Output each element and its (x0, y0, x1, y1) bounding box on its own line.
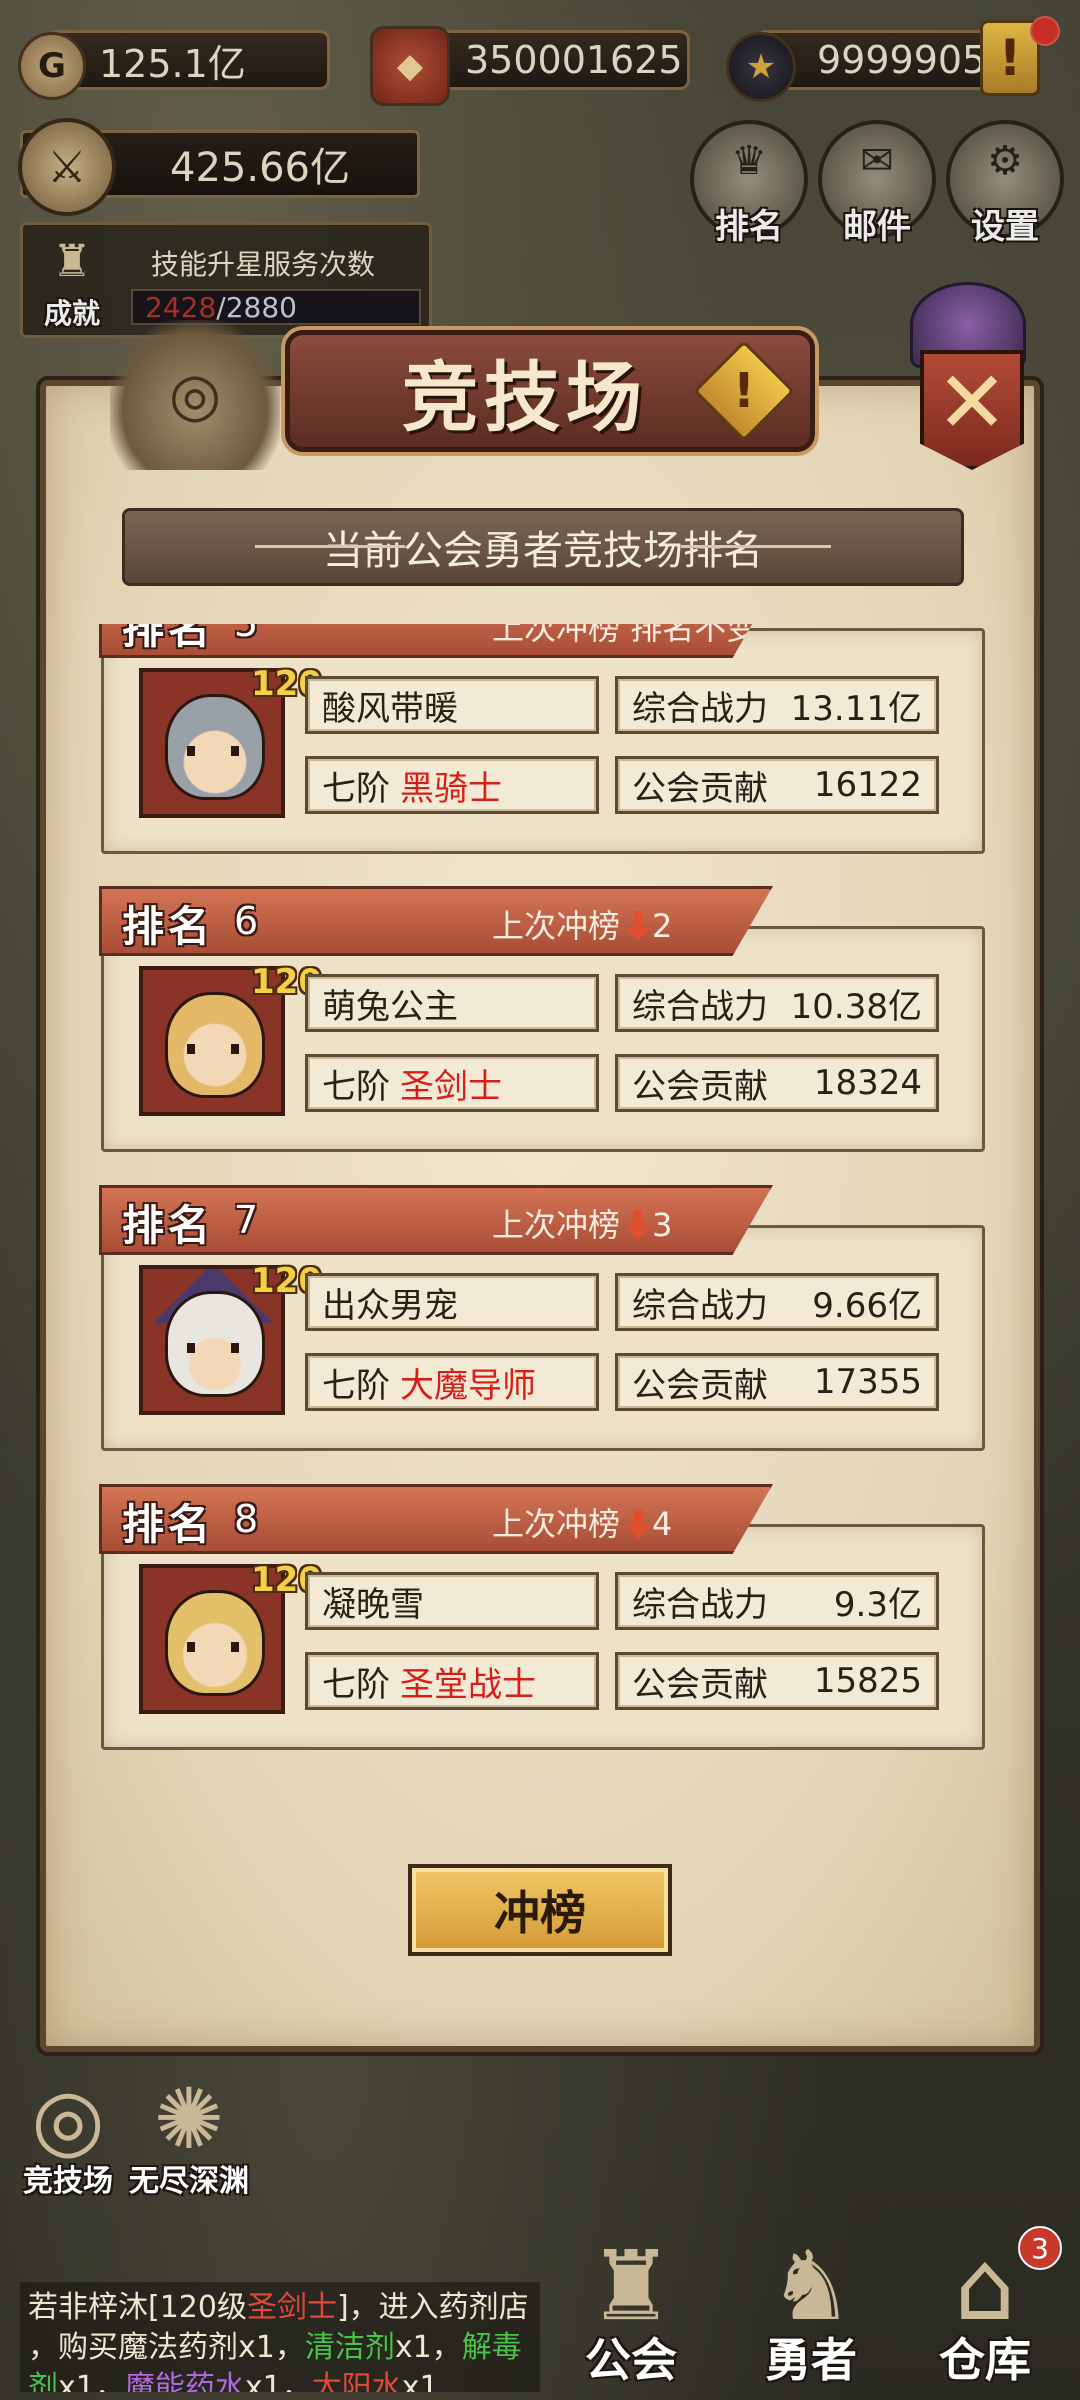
guild-button[interactable]: ♜ 公会 (556, 2230, 706, 2390)
abyss-button[interactable]: ✺ 无尽深渊 (124, 2070, 254, 2200)
helmet-icon: ♞ (767, 2230, 855, 2342)
down-arrow-icon (626, 1509, 651, 1539)
event-log: 若非梓沐[120级圣剑士]，进入药剂店 ，购买魔法药剂x1，清洁剂x1，解毒 剂… (20, 2282, 540, 2392)
warehouse-badge: 3 (1018, 2226, 1062, 2270)
climb-rank-button[interactable]: 冲榜 (408, 1864, 672, 1956)
rank-ribbon: 排名 6 上次冲榜 2 (99, 886, 773, 956)
hero-name: 酸风带暖 (305, 676, 599, 734)
hero-name: 出众男宠 (305, 1273, 599, 1331)
hero-power: 综合战力 10.38亿 (615, 974, 939, 1032)
ranking-entry: 排名 6 上次冲榜 2 120 萌兔公主 七阶 圣剑士 综合战力 10.38亿 公会贡… (95, 886, 985, 1152)
hero-power: 综合战力 9.3亿 (615, 1572, 939, 1630)
prev-rank-change: 上次冲榜 3 (492, 1206, 673, 1244)
hero-contribution: 公会贡献 18324 (615, 1054, 939, 1112)
hero-class: 七阶 大魔导师 (305, 1353, 599, 1411)
hero-contribution: 公会贡献 15825 (615, 1652, 939, 1710)
hero-class: 七阶 圣剑士 (305, 1054, 599, 1112)
hero-contribution: 公会贡献 16122 (615, 756, 939, 814)
modal-title: 竞技场 (402, 353, 648, 442)
info-icon[interactable]: ! (693, 340, 795, 442)
subtitle-banner: 当前公会勇者竞技场排名 (122, 508, 964, 586)
rank-ribbon: 排名 7 上次冲榜 3 (99, 1185, 773, 1255)
hero-name: 萌兔公主 (305, 974, 599, 1032)
target-icon: ◎ (31, 2070, 105, 2168)
ranking-entry: 排名 5 上次冲榜 排名不变 120 酸风带暖 七阶黑骑士 综合战力13.11亿… (95, 624, 985, 854)
vortex-icon: ✺ (153, 2070, 225, 2168)
ranking-list[interactable]: 排名 5 上次冲榜 排名不变 120 酸风带暖 七阶黑骑士 综合战力13.11亿… (95, 624, 985, 1764)
arena-button[interactable]: ◎ 竞技场 (8, 2070, 128, 2200)
hero-class: 七阶 圣堂战士 (305, 1652, 599, 1710)
ranking-entry: 排名 7 上次冲榜 3 120 出众男宠 七阶 大魔导师 综合战力 9.66亿 公会贡… (95, 1185, 985, 1451)
rank-ribbon: 排名 5 上次冲榜 排名不变 (99, 624, 773, 658)
hero-name: 凝晚雪 (305, 1572, 599, 1630)
prev-rank-change: 上次冲榜 4 (492, 1505, 673, 1543)
prev-rank-change: 上次冲榜 排名不变 (492, 624, 759, 647)
rank-ribbon: 排名 8 上次冲榜 4 (99, 1484, 773, 1554)
hero-power: 综合战力 9.66亿 (615, 1273, 939, 1331)
subtitle: 当前公会勇者竞技场排名 (323, 528, 763, 574)
hero-contribution: 公会贡献 17355 (615, 1353, 939, 1411)
heroes-button[interactable]: ♞ 勇者 (736, 2230, 886, 2390)
close-icon: ✕ (935, 353, 1009, 453)
modal-header: 竞技场 ! (285, 330, 815, 452)
down-arrow-icon (626, 911, 651, 941)
ranking-entry: 排名 8 上次冲榜 4 120 凝晚雪 七阶 圣堂战士 综合战力 9.3亿 公会贡献 1… (95, 1484, 985, 1750)
castle-icon: ♜ (587, 2230, 675, 2342)
hero-power: 综合战力 13.11亿 (615, 676, 939, 734)
arena-emblem-icon: ◎ (110, 320, 280, 470)
hero-class: 七阶 黑骑士 (305, 756, 599, 814)
prev-rank-change: 上次冲榜 2 (492, 907, 673, 945)
down-arrow-icon (626, 1210, 651, 1240)
